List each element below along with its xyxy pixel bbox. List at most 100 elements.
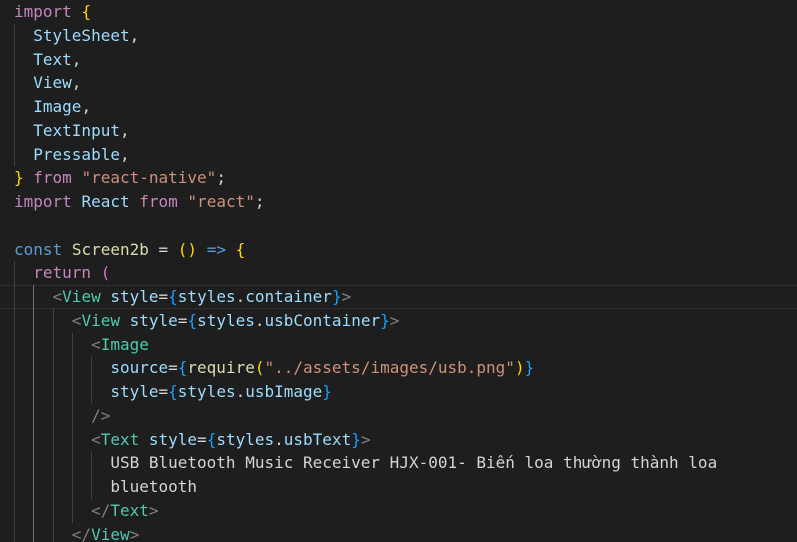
code-token: {: [235, 239, 246, 259]
code-token: <: [91, 429, 101, 449]
indent-guide: [52, 332, 54, 357]
code-line[interactable]: />: [14, 403, 797, 428]
code-lines[interactable]: import { StyleSheet, Text, View, Image, …: [14, 0, 797, 542]
code-token: "react-native": [81, 168, 217, 188]
indent-guide: [14, 475, 15, 499]
indent-guide: [14, 308, 15, 333]
indent-guide: [33, 403, 35, 428]
indent-guide: [14, 427, 15, 452]
code-token: import: [14, 192, 72, 211]
code-token: style: [148, 429, 198, 449]
code-token: .: [274, 429, 284, 449]
code-token: View: [81, 310, 120, 330]
code-line[interactable]: TextInput,: [14, 118, 797, 143]
code-token: styles: [216, 429, 275, 449]
indent-guide: [14, 403, 15, 428]
code-line[interactable]: <Text style={styles.usbText}>: [14, 427, 797, 452]
code-line[interactable]: Image,: [14, 95, 797, 119]
code-token: React: [81, 192, 130, 211]
code-token: container: [245, 287, 332, 306]
code-token: />: [91, 405, 111, 425]
code-line[interactable]: return (: [14, 261, 797, 285]
indent-guide: [14, 142, 15, 167]
code-token: ,: [119, 144, 130, 164]
indent-guide: [33, 285, 35, 309]
code-token: {: [187, 310, 198, 330]
code-token: <: [91, 334, 101, 354]
code-line[interactable]: style={styles.usbImage}: [14, 380, 797, 404]
code-token: ,: [119, 120, 130, 140]
code-line[interactable]: </View>: [14, 522, 797, 542]
code-token: }: [14, 168, 24, 188]
code-token: ,: [129, 25, 140, 45]
code-line[interactable]: <Image: [14, 332, 797, 357]
code-token: >: [129, 524, 140, 542]
code-line[interactable]: StyleSheet,: [14, 23, 797, 48]
code-token: <: [71, 310, 82, 330]
code-token: .: [235, 382, 246, 401]
code-token: >: [389, 310, 400, 330]
code-token: "../assets/images/usb.png": [264, 358, 515, 378]
code-token: Image: [33, 97, 82, 116]
code-line[interactable]: View,: [14, 71, 797, 95]
indent-guide: [71, 403, 73, 428]
code-line[interactable]: import {: [14, 0, 797, 24]
code-token: =: [158, 382, 169, 401]
indent-guide: [33, 522, 35, 542]
code-line[interactable]: import React from "react";: [14, 190, 797, 214]
code-token: ): [514, 358, 525, 378]
indent-guide: [91, 451, 93, 475]
code-line[interactable]: } from "react-native";: [14, 166, 797, 190]
indent-guide: [91, 356, 93, 380]
code-token: =>: [206, 239, 226, 259]
indent-guide: [33, 356, 35, 380]
code-token: =: [177, 310, 188, 330]
code-line[interactable]: Text,: [14, 47, 797, 72]
indent-guide: [71, 427, 73, 452]
indent-guide: [14, 451, 15, 475]
indent-guide: [71, 475, 73, 499]
indent-guide: [14, 332, 15, 357]
code-line[interactable]: const Screen2b = () => {: [14, 238, 797, 262]
code-token: ,: [71, 73, 82, 93]
indent-guide: [52, 356, 54, 380]
code-line[interactable]: [14, 214, 797, 238]
code-token: styles: [177, 287, 236, 306]
indent-guide: [52, 475, 54, 499]
code-token: >: [341, 287, 352, 306]
code-line[interactable]: <View style={styles.container}>: [0, 285, 797, 309]
code-token: =: [148, 239, 178, 259]
indent-guide: [52, 308, 54, 333]
indent-guide: [52, 403, 54, 428]
code-line[interactable]: Pressable,: [14, 142, 797, 167]
code-line[interactable]: bluetooth: [14, 475, 797, 499]
indent-guide: [71, 332, 73, 357]
indent-guide: [33, 380, 35, 404]
code-token: <: [52, 287, 63, 306]
code-line[interactable]: source={require("../assets/images/usb.pn…: [14, 356, 797, 380]
code-line[interactable]: USB Bluetooth Music Receiver HJX-001- Bi…: [14, 451, 797, 475]
code-token: ,: [71, 49, 82, 69]
code-line[interactable]: </Text>: [14, 498, 797, 523]
code-token: style: [129, 310, 178, 330]
code-token: styles: [177, 382, 236, 401]
code-editor[interactable]: import { StyleSheet, Text, View, Image, …: [0, 0, 797, 542]
code-token: from: [139, 192, 178, 211]
code-line[interactable]: <View style={styles.usbContainer}>: [14, 308, 797, 333]
code-token: const: [14, 239, 63, 259]
